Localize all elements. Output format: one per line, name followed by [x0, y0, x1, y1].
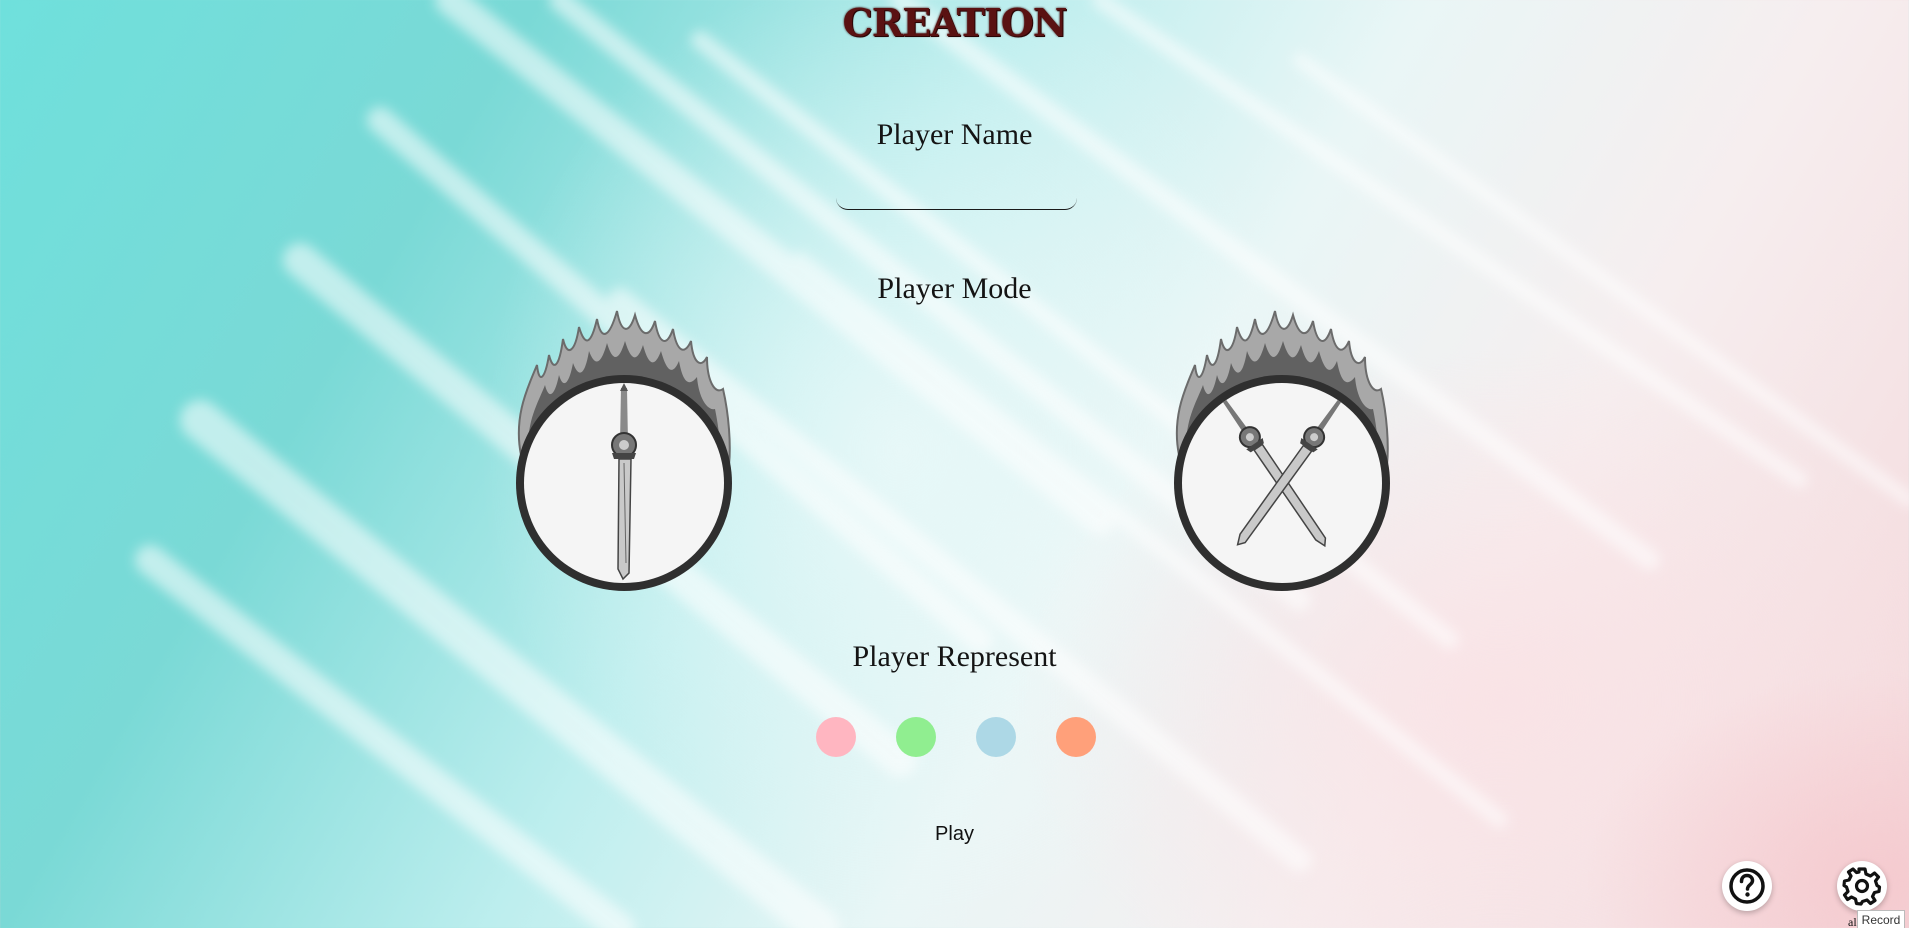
gear-icon [1842, 867, 1882, 906]
partial-label: al [1848, 915, 1857, 928]
player-name-label: Player Name [876, 118, 1033, 151]
player-mode-label: Player Mode [877, 272, 1032, 305]
help-icon [1729, 868, 1765, 904]
color-swatch-green[interactable] [896, 717, 936, 757]
player-name-input[interactable] [836, 176, 1077, 210]
mode-multi-player[interactable] [1167, 305, 1397, 595]
page-title: CREATION [842, 0, 1067, 45]
crossed-swords-icon [1174, 310, 1390, 591]
help-button[interactable] [1722, 861, 1772, 911]
color-swatches [816, 717, 1096, 757]
settings-button[interactable] [1837, 861, 1887, 911]
color-swatch-light-blue[interactable] [976, 717, 1016, 757]
single-sword-icon [516, 310, 732, 591]
mode-single-player[interactable] [509, 305, 739, 595]
color-swatch-salmon[interactable] [1056, 717, 1096, 757]
color-swatch-pink[interactable] [816, 717, 856, 757]
record-tooltip: Record [1856, 910, 1906, 928]
play-button[interactable]: Play [935, 823, 974, 845]
player-represent-label: Player Represent [852, 640, 1057, 673]
